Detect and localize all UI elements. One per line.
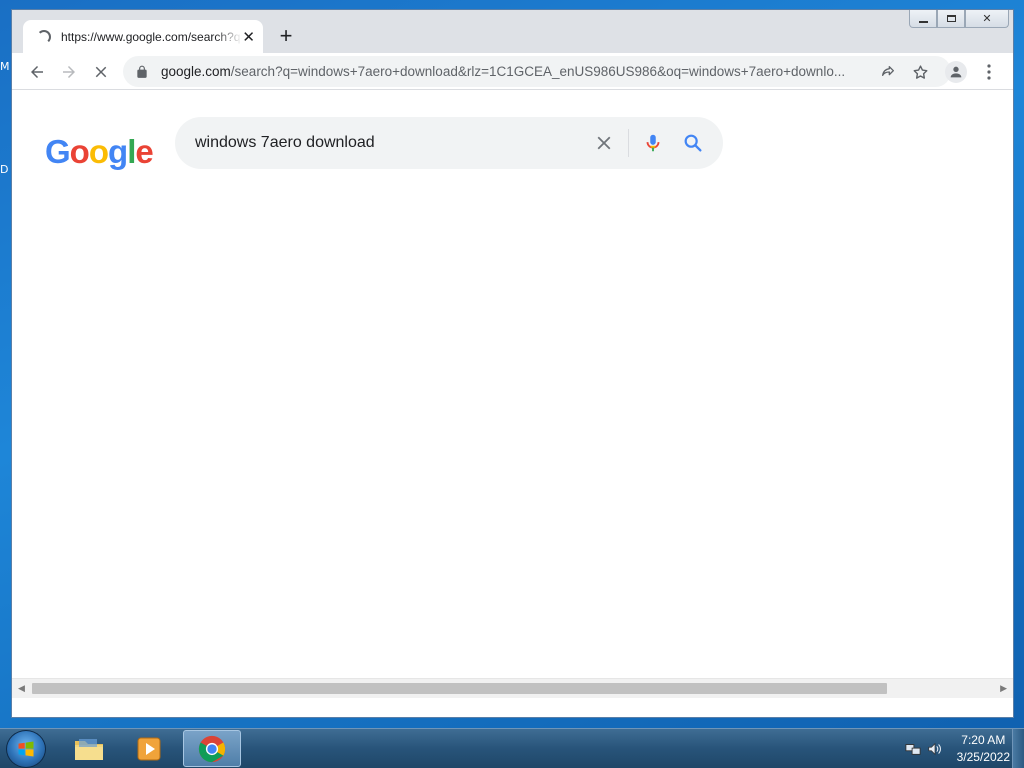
search-icon xyxy=(684,134,702,152)
url-host: google.com xyxy=(161,64,231,79)
minimize-icon xyxy=(918,20,928,23)
kebab-menu-icon xyxy=(987,64,991,80)
restore-icon xyxy=(946,15,956,22)
address-bar[interactable]: google.com/search?q=windows+7aero+downlo… xyxy=(123,56,951,87)
stop-loading-button[interactable] xyxy=(88,59,114,85)
volume-icon[interactable] xyxy=(927,741,943,757)
url-path: /search?q=windows+7aero+download&rlz=1C1… xyxy=(230,64,846,79)
close-x-icon xyxy=(597,136,611,150)
voice-search-button[interactable] xyxy=(633,123,673,163)
arrow-left-icon xyxy=(31,66,43,78)
scrollbar-thumb[interactable] xyxy=(32,683,887,694)
clock-date: 3/25/2022 xyxy=(956,750,1010,764)
browser-menu-button[interactable] xyxy=(982,61,996,83)
show-desktop-button[interactable] xyxy=(1012,729,1024,768)
taskbar-file-explorer[interactable] xyxy=(60,730,118,767)
browser-tab[interactable]: https://www.google.com/search?q=windows+… xyxy=(23,20,263,53)
tab-close-button[interactable]: ✕ xyxy=(242,28,255,46)
network-icon[interactable] xyxy=(905,741,921,757)
clock-time: 7:20 AM xyxy=(961,733,1006,747)
horizontal-scrollbar[interactable]: ◀ ▶ xyxy=(12,678,1013,698)
scroll-left-arrow-icon[interactable]: ◀ xyxy=(18,683,25,694)
search-submit-button[interactable] xyxy=(673,123,713,163)
window-controls: ✕ xyxy=(909,10,1009,28)
logo-letter: g xyxy=(108,133,128,170)
loading-spinner-icon xyxy=(37,29,51,44)
system-tray: 7:20 AM 3/25/2022 xyxy=(905,729,1010,768)
new-tab-button[interactable]: + xyxy=(274,24,298,48)
start-button[interactable] xyxy=(6,730,46,768)
share-icon xyxy=(882,66,894,76)
back-button[interactable] xyxy=(24,59,50,85)
close-icon: ✕ xyxy=(982,13,992,25)
tab-title: https://www.google.com/search?q=windows+… xyxy=(61,29,242,44)
profile-button[interactable] xyxy=(945,61,967,83)
microphone-icon xyxy=(646,134,660,152)
search-input[interactable]: windows 7aero download xyxy=(195,134,584,152)
browser-window: https://www.google.com/search?q=windows+… xyxy=(11,9,1014,718)
close-x-icon xyxy=(95,66,107,78)
folder-icon xyxy=(75,738,103,760)
logo-letter: e xyxy=(135,133,153,170)
browser-toolbar: google.com/search?q=windows+7aero+downlo… xyxy=(12,53,1013,90)
clear-search-button[interactable] xyxy=(584,123,624,163)
url-text[interactable]: google.com/search?q=windows+7aero+downlo… xyxy=(161,64,871,79)
logo-letter: G xyxy=(45,133,71,170)
google-logo[interactable]: Google xyxy=(45,133,154,171)
chrome-icon xyxy=(198,735,226,762)
logo-letter: o xyxy=(69,133,90,170)
taskbar-chrome[interactable] xyxy=(183,730,241,767)
page-content: Google windows 7aero download ◀ ▶ xyxy=(12,91,1013,698)
windows-logo-icon xyxy=(18,741,34,757)
maximize-button[interactable] xyxy=(937,10,965,28)
arrow-right-icon xyxy=(63,66,75,78)
search-divider xyxy=(628,129,629,157)
close-window-button[interactable]: ✕ xyxy=(965,10,1009,28)
desktop-icon-label-fragment: M xyxy=(0,60,10,73)
scroll-right-arrow-icon[interactable]: ▶ xyxy=(1000,683,1007,694)
lock-icon xyxy=(137,65,147,78)
star-icon xyxy=(913,64,927,79)
taskbar: 7:20 AM 3/25/2022 xyxy=(0,728,1024,768)
search-box[interactable]: windows 7aero download xyxy=(175,117,723,169)
minimize-button[interactable] xyxy=(909,10,937,28)
media-player-icon xyxy=(137,737,161,760)
bookmark-button[interactable] xyxy=(911,63,929,81)
logo-letter: o xyxy=(88,133,109,170)
tab-strip: https://www.google.com/search?q=windows+… xyxy=(12,10,1013,53)
taskbar-media-player[interactable] xyxy=(120,730,178,767)
forward-button[interactable] xyxy=(56,59,82,85)
share-button[interactable] xyxy=(879,63,897,81)
taskbar-clock[interactable]: 7:20 AM 3/25/2022 xyxy=(957,732,1010,766)
person-icon xyxy=(950,66,962,78)
desktop-icon-label-fragment: D xyxy=(0,163,9,176)
